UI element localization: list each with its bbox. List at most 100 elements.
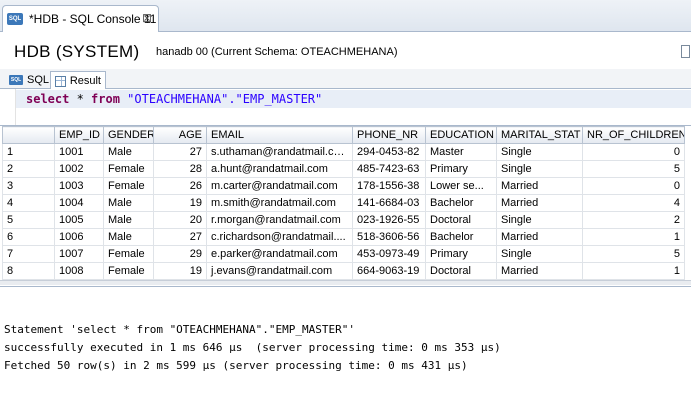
cell-gender[interactable]: Male <box>103 143 154 161</box>
column-header-nr-of-children[interactable]: NR_OF_CHILDREN <box>582 126 685 144</box>
cell-email[interactable]: j.evans@randatmail.com <box>206 262 353 280</box>
cell-age[interactable]: 29 <box>153 245 207 263</box>
cell-email[interactable]: s.uthaman@randatmail.com <box>206 143 353 161</box>
cell-gender[interactable]: Female <box>103 177 154 195</box>
cell-education[interactable]: Doctoral <box>425 211 497 229</box>
cell-education[interactable]: Lower se... <box>425 177 497 195</box>
cell-emp-id[interactable]: 1007 <box>54 245 104 263</box>
tab-sql[interactable]: SQL SQL <box>5 71 53 89</box>
cell-marital-stat[interactable]: Single <box>496 211 583 229</box>
cell-nr-of-children[interactable]: 2 <box>582 211 685 229</box>
cell-phone-nr[interactable]: 294-0453-82 <box>352 143 426 161</box>
cell-nr-of-children[interactable]: 5 <box>582 245 685 263</box>
column-header-marital-stat[interactable]: MARITAL_STAT <box>496 126 583 144</box>
cell-rownum[interactable]: 6 <box>2 228 55 246</box>
cell-emp-id[interactable]: 1003 <box>54 177 104 195</box>
cell-nr-of-children[interactable]: 0 <box>582 177 685 195</box>
cell-emp-id[interactable]: 1005 <box>54 211 104 229</box>
tab-sql-console[interactable]: SQL *HDB - SQL Console 11 ⊠ <box>2 5 159 32</box>
table-row[interactable]: 8 1008 Female 19 j.evans@randatmail.com 664-9… <box>2 262 685 280</box>
sql-editor[interactable]: select * from "OTEACHMEHANA"."EMP_MASTER… <box>0 89 691 125</box>
cell-gender[interactable]: Male <box>103 194 154 212</box>
column-header-education[interactable]: EDUCATION <box>425 126 497 144</box>
editor-gutter <box>0 89 16 125</box>
cell-education[interactable]: Primary <box>425 160 497 178</box>
cell-rownum[interactable]: 2 <box>2 160 55 178</box>
cell-education[interactable]: Bachelor <box>425 228 497 246</box>
cell-rownum[interactable]: 3 <box>2 177 55 195</box>
table-row[interactable]: 3 1003 Female 26 m.carter@randatmail.com 178-… <box>2 177 685 195</box>
cell-emp-id[interactable]: 1008 <box>54 262 104 280</box>
cell-rownum[interactable]: 4 <box>2 194 55 212</box>
table-row[interactable]: 1 1001 Male 27 s.uthaman@randatmail.com 294-0… <box>2 143 685 161</box>
cell-email[interactable]: e.parker@randatmail.com <box>206 245 353 263</box>
result-grid[interactable]: EMP_ID GENDER AGE EMAIL PHONE_NR EDUCATI… <box>0 125 691 280</box>
column-header-gender[interactable]: GENDER <box>103 126 154 144</box>
cell-nr-of-children[interactable]: 1 <box>582 262 685 280</box>
column-header-age[interactable]: AGE <box>153 126 207 144</box>
cell-marital-stat[interactable]: Married <box>496 228 583 246</box>
cell-nr-of-children[interactable]: 4 <box>582 194 685 212</box>
cell-education[interactable]: Primary <box>425 245 497 263</box>
cell-emp-id[interactable]: 1001 <box>54 143 104 161</box>
cell-phone-nr[interactable]: 141-6684-03 <box>352 194 426 212</box>
cell-email[interactable]: a.hunt@randatmail.com <box>206 160 353 178</box>
cell-gender[interactable]: Male <box>103 228 154 246</box>
cell-phone-nr[interactable]: 485-7423-63 <box>352 160 426 178</box>
cell-nr-of-children[interactable]: 5 <box>582 160 685 178</box>
table-row[interactable]: 2 1002 Female 28 a.hunt@randatmail.com 485-74… <box>2 160 685 178</box>
column-header-email[interactable]: EMAIL <box>206 126 353 144</box>
cell-gender[interactable]: Male <box>103 211 154 229</box>
column-header-rownum[interactable] <box>2 126 55 144</box>
cell-phone-nr[interactable]: 023-1926-55 <box>352 211 426 229</box>
cell-marital-stat[interactable]: Married <box>496 177 583 195</box>
cell-marital-stat[interactable]: Single <box>496 245 583 263</box>
cell-age[interactable]: 19 <box>153 262 207 280</box>
cell-email[interactable]: r.morgan@randatmail.com <box>206 211 353 229</box>
cell-email[interactable]: m.smith@randatmail.com <box>206 194 353 212</box>
cell-age[interactable]: 27 <box>153 143 207 161</box>
grid-horizontal-scrollbar[interactable] <box>0 280 691 285</box>
cell-rownum[interactable]: 7 <box>2 245 55 263</box>
cell-age[interactable]: 27 <box>153 228 207 246</box>
cell-gender[interactable]: Female <box>103 245 154 263</box>
cell-gender[interactable]: Female <box>103 262 154 280</box>
table-row[interactable]: 5 1005 Male 20 r.morgan@randatmail.com 023-19… <box>2 211 685 229</box>
cell-emp-id[interactable]: 1006 <box>54 228 104 246</box>
cell-age[interactable]: 26 <box>153 177 207 195</box>
table-row[interactable]: 7 1007 Female 29 e.parker@randatmail.com 453-… <box>2 245 685 263</box>
cell-phone-nr[interactable]: 453-0973-49 <box>352 245 426 263</box>
cell-phone-nr[interactable]: 518-3606-56 <box>352 228 426 246</box>
column-header-emp-id[interactable]: EMP_ID <box>54 126 104 144</box>
tab-result[interactable]: Result <box>50 71 106 90</box>
cell-age[interactable]: 28 <box>153 160 207 178</box>
cell-rownum[interactable]: 8 <box>2 262 55 280</box>
cell-rownum[interactable]: 1 <box>2 143 55 161</box>
cell-nr-of-children[interactable]: 1 <box>582 228 685 246</box>
cell-emp-id[interactable]: 1004 <box>54 194 104 212</box>
cell-email[interactable]: c.richardson@randatmail.... <box>206 228 353 246</box>
cell-education[interactable]: Bachelor <box>425 194 497 212</box>
cell-marital-stat[interactable]: Single <box>496 143 583 161</box>
table-row[interactable]: 4 1004 Male 19 m.smith@randatmail.com 141-668… <box>2 194 685 212</box>
cell-education[interactable]: Master <box>425 143 497 161</box>
cell-email[interactable]: m.carter@randatmail.com <box>206 177 353 195</box>
cell-marital-stat[interactable]: Single <box>496 160 583 178</box>
cell-gender[interactable]: Female <box>103 160 154 178</box>
cell-marital-stat[interactable]: Married <box>496 194 583 212</box>
cell-education[interactable]: Doctoral <box>425 262 497 280</box>
cell-marital-stat[interactable]: Married <box>496 262 583 280</box>
cell-phone-nr[interactable]: 178-1556-38 <box>352 177 426 195</box>
message-pane: Statement 'select * from "OTEACHMEHANA".… <box>0 286 691 408</box>
document-icon[interactable] <box>681 45 690 58</box>
cell-nr-of-children[interactable]: 0 <box>582 143 685 161</box>
cell-emp-id[interactable]: 1002 <box>54 160 104 178</box>
cell-age[interactable]: 20 <box>153 211 207 229</box>
column-header-phone-nr[interactable]: PHONE_NR <box>352 126 426 144</box>
cell-phone-nr[interactable]: 664-9063-19 <box>352 262 426 280</box>
cell-rownum[interactable]: 5 <box>2 211 55 229</box>
sql-statement[interactable]: select * from "OTEACHMEHANA"."EMP_MASTER… <box>26 92 322 106</box>
close-icon[interactable]: ⊠ <box>142 12 152 24</box>
table-row[interactable]: 6 1006 Male 27 c.richardson@randatmail.... 51… <box>2 228 685 246</box>
cell-age[interactable]: 19 <box>153 194 207 212</box>
